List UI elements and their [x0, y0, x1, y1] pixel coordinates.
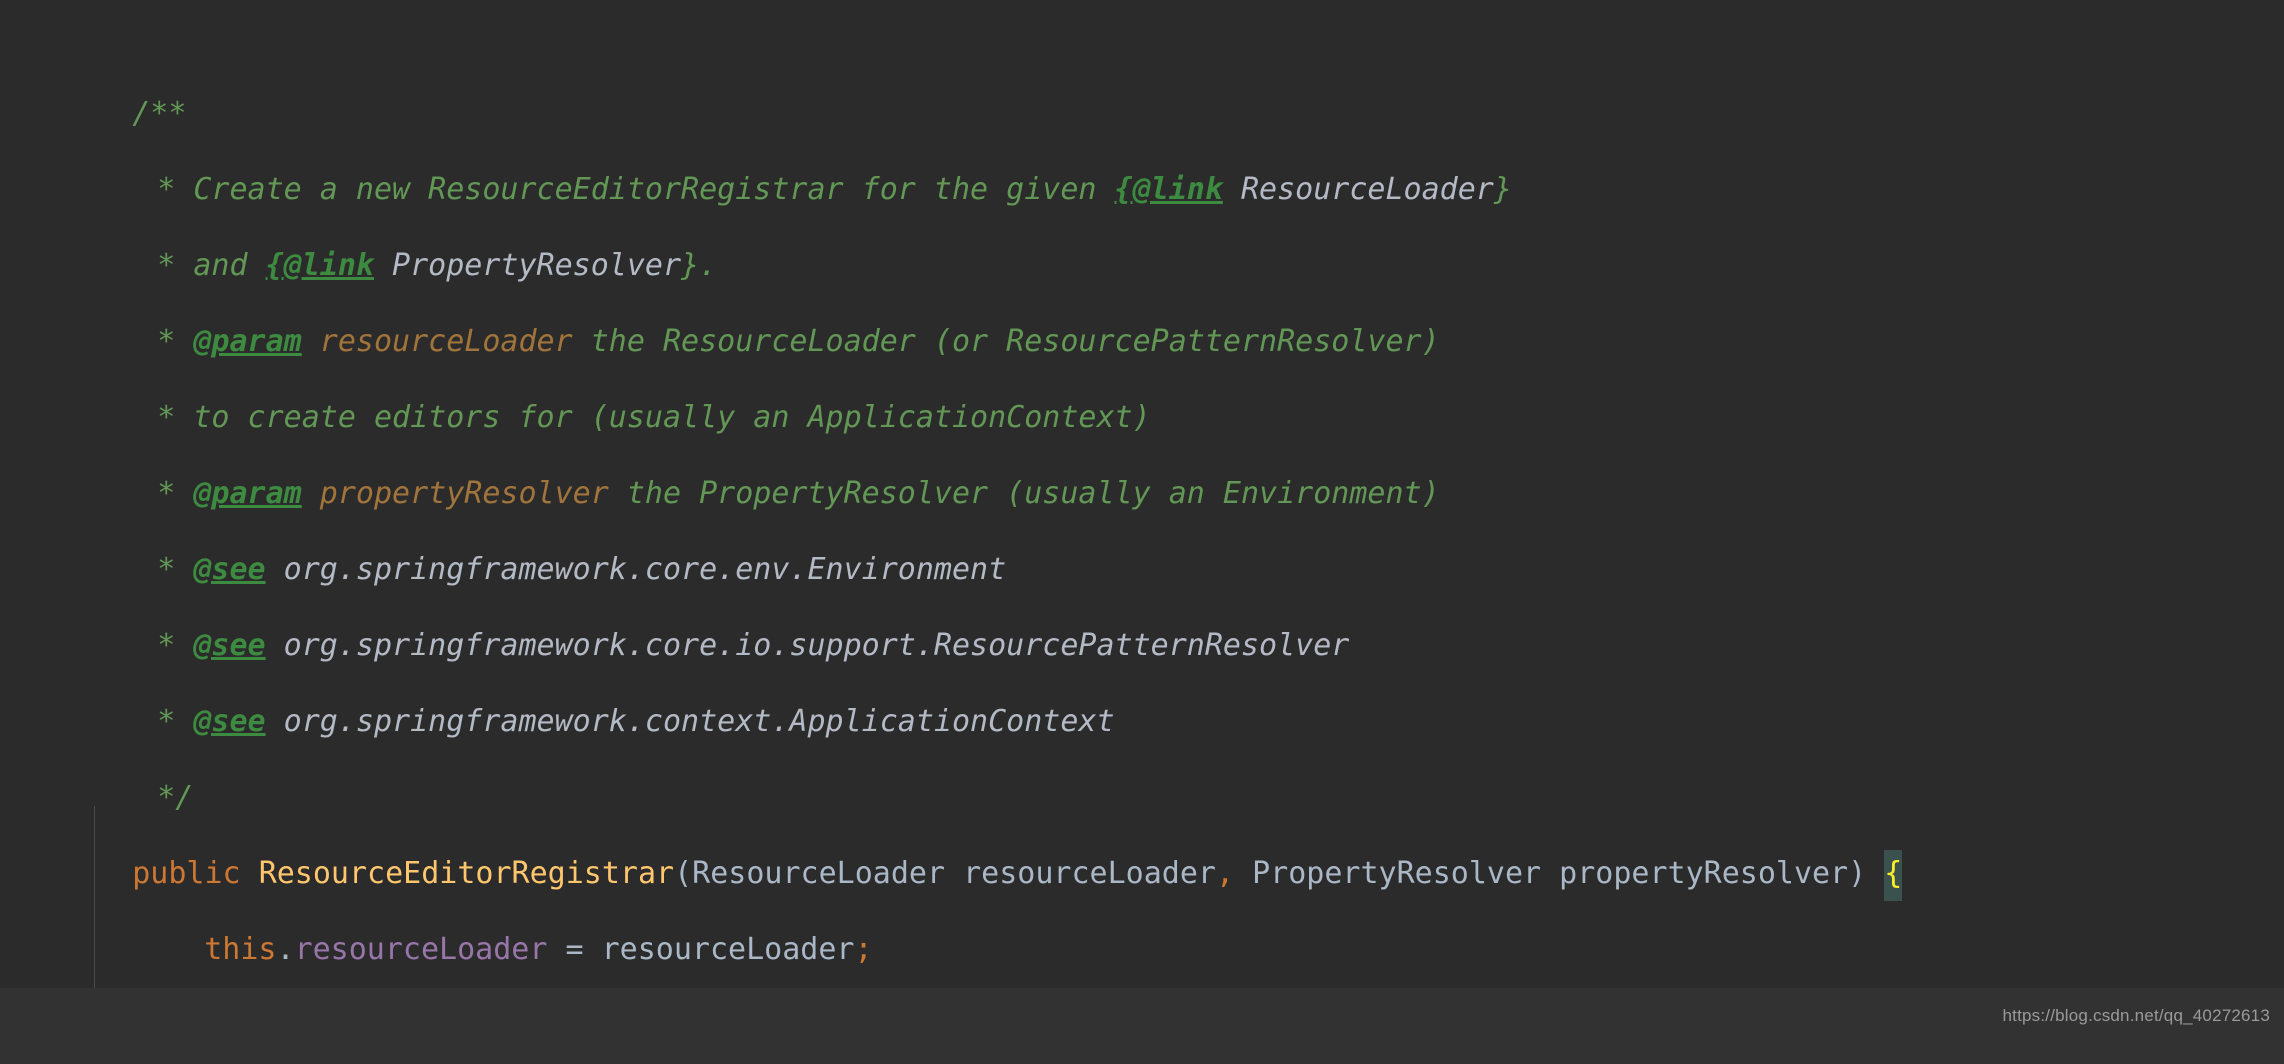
code-editor[interactable]: /** * Create a new ResourceEditorRegistr…: [0, 0, 2284, 1064]
code-line[interactable]: public ResourceEditorRegistrar(ResourceL…: [0, 760, 2284, 901]
code-line[interactable]: this.resourceLoader = resourceLoader;: [0, 836, 2284, 967]
code-line[interactable]: * @see org.springframework.core.io.suppo…: [0, 532, 2284, 663]
code-line[interactable]: */: [0, 684, 2284, 815]
code-line-current[interactable]: }: [0, 988, 2284, 1064]
code-line[interactable]: * to create editors for (usually an Appl…: [0, 304, 2284, 435]
code-line[interactable]: this.propertyResolver = propertyResolver…: [0, 912, 2284, 1043]
code-line[interactable]: * @param propertyResolver the PropertyRe…: [0, 380, 2284, 511]
code-line[interactable]: * @param resourceLoader the ResourceLoad…: [0, 228, 2284, 359]
code-line[interactable]: * @see org.springframework.context.Appli…: [0, 608, 2284, 739]
code-line[interactable]: /**: [0, 0, 2284, 131]
code-line[interactable]: * and {@link PropertyResolver}.: [0, 152, 2284, 283]
code-line[interactable]: * Create a new ResourceEditorRegistrar f…: [0, 76, 2284, 207]
watermark-url: https://blog.csdn.net/qq_40272613: [2002, 1006, 2270, 1025]
code-line[interactable]: * @see org.springframework.core.env.Envi…: [0, 456, 2284, 587]
